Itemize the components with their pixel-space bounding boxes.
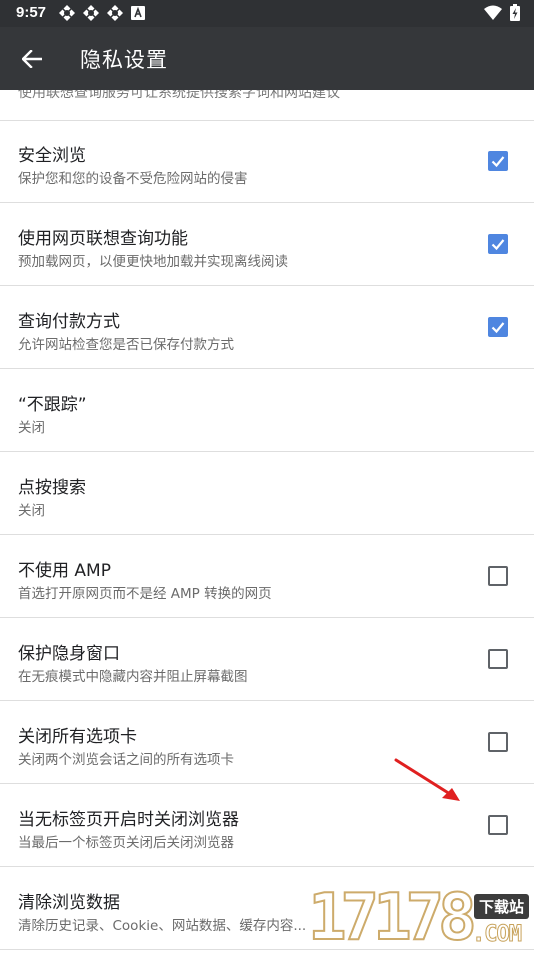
- watermark-site-label: 下载站: [474, 894, 530, 919]
- setting-title: 保护隐身窗口: [18, 644, 120, 664]
- wifi-icon: [484, 5, 502, 20]
- setting-protect-incognito[interactable]: 保护隐身窗口 在无痕模式中隐藏内容并阻止屏幕截图: [0, 618, 534, 701]
- page-title: 隐私设置: [80, 48, 168, 72]
- watermark-logo: 17178 下载站 .COM: [307, 880, 534, 955]
- setting-title: 安全浏览: [18, 146, 86, 166]
- setting-subtitle: 首选打开原网页而不是经 AMP 转换的网页: [18, 586, 272, 602]
- app-bar: 隐私设置: [0, 27, 534, 90]
- setting-subtitle: 关闭: [18, 503, 45, 519]
- close-all-tabs-checkbox[interactable]: [488, 732, 508, 752]
- payment-methods-checkbox[interactable]: [488, 317, 508, 337]
- arrow-back-icon: [22, 50, 42, 68]
- status-time: 9:57: [16, 4, 47, 21]
- battery-charging-icon: [510, 4, 520, 21]
- watermark-number: 17178: [307, 881, 478, 955]
- protect-incognito-checkbox[interactable]: [488, 649, 508, 669]
- no-amp-checkbox[interactable]: [488, 566, 508, 586]
- annotation-arrow-icon: [394, 758, 460, 801]
- checkmark-icon: [491, 156, 505, 168]
- setting-no-amp[interactable]: 不使用 AMP 首选打开原网页而不是经 AMP 转换的网页: [0, 535, 534, 618]
- setting-title: 查询付款方式: [18, 312, 120, 332]
- app-notification-icon: [107, 5, 123, 21]
- list-item-search-suggestions-partial[interactable]: 使用联想查询服务可让系统提供搜索字词和网站建议: [0, 90, 534, 121]
- setting-subtitle: 保护您和您的设备不受危险网站的侵害: [18, 171, 248, 187]
- status-bar: 9:57: [0, 0, 534, 27]
- setting-title: 当无标签页开启时关闭浏览器: [18, 810, 239, 830]
- privacy-settings-list[interactable]: 使用联想查询服务可让系统提供搜索字词和网站建议 安全浏览 保护您和您的设备不受危…: [0, 90, 534, 950]
- setting-title: 不使用 AMP: [18, 561, 111, 581]
- setting-subtitle: 清除历史记录、Cookie、网站数据、缓存内容...: [18, 918, 307, 934]
- watermark-domain: .COM: [472, 922, 523, 948]
- app-notification-icon: [59, 5, 75, 21]
- setting-title: “不跟踪”: [18, 395, 87, 415]
- partial-row-text: 使用联想查询服务可让系统提供搜索字词和网站建议: [18, 90, 340, 101]
- setting-payment-methods[interactable]: 查询付款方式 允许网站检查您是否已保存付款方式: [0, 286, 534, 369]
- safe-browsing-checkbox[interactable]: [488, 151, 508, 171]
- setting-subtitle: 在无痕模式中隐藏内容并阻止屏幕截图: [18, 669, 248, 685]
- status-notification-icons: [59, 5, 145, 21]
- setting-title: 清除浏览数据: [18, 893, 120, 913]
- setting-title: 关闭所有选项卡: [18, 727, 137, 747]
- setting-subtitle: 关闭: [18, 420, 45, 436]
- page-preload-checkbox[interactable]: [488, 234, 508, 254]
- setting-subtitle: 当最后一个标签页关闭后关闭浏览器: [18, 835, 234, 851]
- checkmark-icon: [491, 239, 505, 251]
- back-button[interactable]: [16, 43, 48, 75]
- a-letter-icon: [131, 6, 145, 20]
- setting-page-preload[interactable]: 使用网页联想查询功能 预加载网页，以便更快地加载并实现离线阅读: [0, 203, 534, 286]
- setting-touch-to-search[interactable]: 点按搜索 关闭: [0, 452, 534, 535]
- setting-subtitle: 预加载网页，以便更快地加载并实现离线阅读: [18, 254, 288, 270]
- close-browser-no-tabs-checkbox[interactable]: [488, 815, 508, 835]
- setting-title: 使用网页联想查询功能: [18, 229, 188, 249]
- checkmark-icon: [491, 322, 505, 334]
- setting-subtitle: 允许网站检查您是否已保存付款方式: [18, 337, 234, 353]
- setting-subtitle: 关闭两个浏览会话之间的所有选项卡: [18, 752, 234, 768]
- app-notification-icon: [83, 5, 99, 21]
- setting-do-not-track[interactable]: “不跟踪” 关闭: [0, 369, 534, 452]
- setting-safe-browsing[interactable]: 安全浏览 保护您和您的设备不受危险网站的侵害: [0, 120, 534, 203]
- status-system-icons: [484, 4, 520, 21]
- setting-title: 点按搜索: [18, 478, 86, 498]
